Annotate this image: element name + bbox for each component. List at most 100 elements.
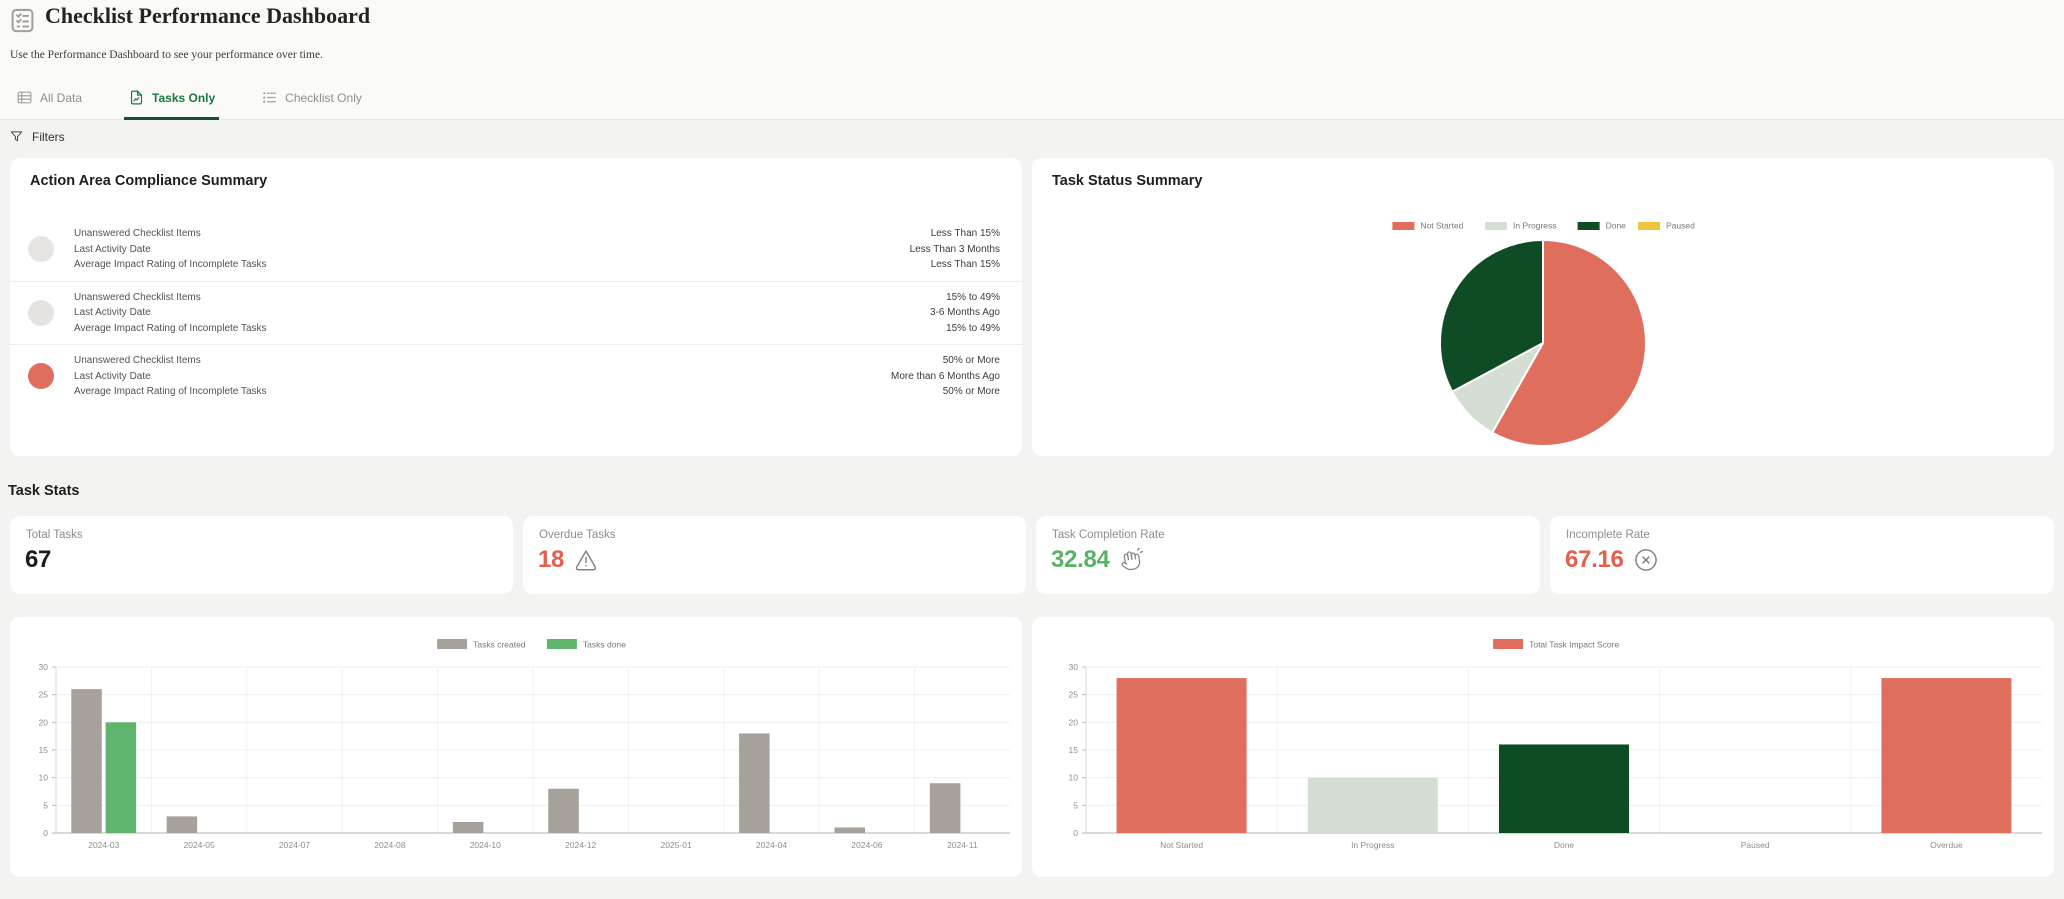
svg-text:Done: Done	[1606, 221, 1627, 231]
metric-value: Less Than 15%	[930, 259, 1000, 270]
svg-text:2024-12: 2024-12	[565, 840, 596, 850]
metric-label: Last Activity Date	[74, 370, 151, 382]
x-circle-icon	[1634, 549, 1657, 571]
document-icon	[130, 90, 143, 105]
svg-text:Tasks created: Tasks created	[473, 640, 526, 650]
metric-value: 3-6 Months Ago	[929, 307, 1000, 318]
warning-icon	[575, 550, 597, 571]
stat-card-total-tasks: Total Tasks 67	[10, 516, 513, 594]
svg-text:Paused: Paused	[1741, 840, 1770, 850]
page-subtitle: Use the Performance Dashboard to see you…	[10, 49, 323, 61]
bullet-list-icon	[263, 92, 277, 103]
svg-text:2024-10: 2024-10	[470, 840, 501, 850]
svg-text:Total Task Impact Score: Total Task Impact Score	[1529, 640, 1619, 650]
svg-text:Not Started: Not Started	[1160, 840, 1203, 850]
task-impact-score-bar-chart: 0 5 10 15 20 25 30 Not Started In Progress Done Pa…	[1069, 639, 2042, 850]
header-section: Checklist Performance Dashboard Use the …	[0, 0, 2064, 120]
metric-label: Unanswered Checklist Items	[74, 291, 201, 303]
metric-label: Last Activity Date	[74, 243, 151, 255]
metric-label: Average Impact Rating of Incomplete Task…	[74, 386, 267, 397]
funnel-icon	[10, 131, 23, 142]
compliance-summary-card: Action Area Compliance Summary Unanswere…	[10, 158, 1022, 456]
metric-value: More than 6 Months Ago	[891, 370, 1000, 382]
metric-value: 50% or More	[942, 386, 1000, 397]
metric-label: Last Activity Date	[74, 307, 151, 318]
svg-text:20: 20	[1069, 717, 1079, 727]
svg-text:In Progress: In Progress	[1513, 221, 1556, 231]
svg-text:5: 5	[1073, 800, 1078, 810]
svg-text:Overdue: Overdue	[1930, 840, 1963, 850]
status-dot	[28, 236, 54, 263]
stat-label: Incomplete Rate	[1566, 529, 1650, 541]
status-dot	[28, 363, 54, 390]
svg-text:10: 10	[39, 773, 49, 783]
svg-text:5: 5	[43, 800, 48, 810]
stat-value: 67.16	[1565, 546, 1624, 573]
tab-label: Checklist Only	[285, 90, 362, 105]
hand-wave-icon	[1121, 547, 1143, 571]
svg-text:Paused: Paused	[1666, 221, 1695, 231]
svg-text:20: 20	[39, 717, 49, 727]
stat-value: 18	[538, 546, 565, 573]
stat-label: Task Completion Rate	[1052, 529, 1165, 541]
svg-text:25: 25	[39, 690, 49, 700]
stat-card-incomplete-rate: Incomplete Rate 67.16	[1550, 516, 2054, 594]
svg-text:2024-11: 2024-11	[947, 840, 978, 850]
card-title: Action Area Compliance Summary	[30, 173, 268, 189]
tab-all-data[interactable]: All Data	[12, 81, 86, 120]
svg-text:15: 15	[1069, 745, 1079, 755]
svg-text:0: 0	[1073, 828, 1078, 838]
tasks-created-done-bar-chart: 0 5 10 15 20 25 30 2024-03 2024-05 2024-07 2024-08…	[39, 639, 1010, 850]
svg-text:In Progress: In Progress	[1351, 840, 1394, 850]
svg-text:2024-04: 2024-04	[756, 840, 787, 850]
svg-text:2024-03: 2024-03	[88, 840, 119, 850]
svg-text:2024-07: 2024-07	[279, 840, 310, 850]
stat-card-completion-rate: Task Completion Rate 32.84	[1036, 516, 1540, 594]
metric-value: Less Than 3 Months	[909, 243, 1000, 255]
tasks-by-month-chart-card: 0 5 10 15 20 25 30 2024-03 2024-05 2024-07 2024-08…	[10, 617, 1022, 877]
task-status-pie-chart: Not Started In Progress Done Paused	[1392, 221, 1695, 447]
filters-label: Filters	[32, 129, 65, 144]
metric-value: Less Than 15%	[930, 228, 1000, 239]
metric-label: Unanswered Checklist Items	[74, 355, 201, 366]
svg-text:2025-01: 2025-01	[660, 840, 691, 850]
tab-checklist-only[interactable]: Checklist Only	[257, 81, 366, 120]
metric-value: 15% to 49%	[946, 322, 1000, 334]
svg-text:10: 10	[1069, 773, 1079, 783]
tab-label: All Data	[40, 90, 83, 105]
svg-text:Not Started: Not Started	[1420, 221, 1463, 231]
svg-text:2024-08: 2024-08	[374, 840, 405, 850]
compliance-row-high[interactable]: Unanswered Checklist Items 50% or More L…	[10, 344, 1022, 408]
tab-label: Tasks Only	[152, 90, 216, 105]
stat-value: 32.84	[1051, 546, 1110, 573]
metric-value: 15% to 49%	[946, 291, 1000, 303]
svg-text:2024-05: 2024-05	[183, 840, 214, 850]
svg-text:30: 30	[39, 662, 49, 672]
task-stats-heading: Task Stats	[8, 483, 80, 499]
svg-text:30: 30	[1069, 662, 1079, 672]
page-title: Checklist Performance Dashboard	[45, 3, 371, 28]
stat-label: Overdue Tasks	[539, 529, 616, 541]
checklist-icon	[11, 8, 34, 33]
metric-value: 50% or More	[942, 355, 1000, 366]
task-status-summary-card: Task Status Summary Not Started In Progre…	[1032, 158, 2054, 456]
table-icon	[17, 91, 32, 104]
tab-tasks-only[interactable]: Tasks Only	[124, 81, 220, 120]
status-dot	[28, 299, 54, 326]
compliance-row-low[interactable]: Unanswered Checklist Items Less Than 15%…	[10, 218, 1022, 281]
stat-card-overdue-tasks: Overdue Tasks 18	[523, 516, 1026, 594]
metric-label: Average Impact Rating of Incomplete Task…	[74, 259, 267, 270]
svg-text:2024-06: 2024-06	[851, 840, 882, 850]
filters-button[interactable]: Filters	[9, 129, 65, 144]
svg-text:0: 0	[43, 828, 48, 838]
metric-label: Average Impact Rating of Incomplete Task…	[74, 322, 267, 334]
svg-text:Done: Done	[1554, 840, 1575, 850]
compliance-rows: Unanswered Checklist Items Less Than 15%…	[10, 218, 1022, 408]
svg-text:25: 25	[1069, 690, 1079, 700]
compliance-row-medium[interactable]: Unanswered Checklist Items 15% to 49% La…	[10, 280, 1022, 345]
impact-by-status-chart-card: 0 5 10 15 20 25 30 Not Started In Progress Done Pa…	[1032, 617, 2054, 877]
stat-value: 67	[25, 546, 52, 573]
svg-text:Tasks done: Tasks done	[583, 640, 626, 650]
metric-label: Unanswered Checklist Items	[74, 228, 201, 239]
tab-bar: All Data Tasks Only Checklist Only	[0, 81, 2064, 120]
